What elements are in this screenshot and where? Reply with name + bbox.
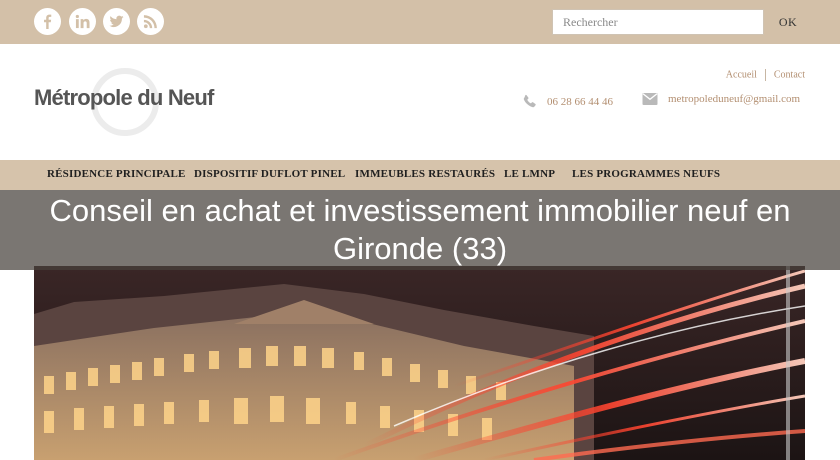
search-ok-button[interactable]: OK	[770, 9, 806, 35]
site-logo[interactable]: Métropole du Neuf	[34, 85, 214, 111]
rss-link[interactable]	[137, 8, 164, 35]
twitter-icon	[109, 15, 124, 27]
facebook-icon	[44, 14, 52, 29]
rss-icon	[143, 15, 157, 29]
top-bar: OK	[0, 0, 840, 44]
nav-item-immeubles-restaures[interactable]: IMMEUBLES RESTAURÉS	[355, 168, 495, 180]
email-contact: metropoleduneuf@gmail.com	[642, 92, 800, 106]
contact-link[interactable]: Contact	[774, 69, 805, 80]
envelope-icon	[642, 93, 658, 105]
link-divider	[764, 69, 766, 81]
search-input[interactable]	[552, 9, 764, 35]
twitter-link[interactable]	[103, 8, 130, 35]
facebook-link[interactable]	[34, 8, 61, 35]
phone-contact: 06 28 66 44 46	[522, 94, 613, 109]
nav-item-lmnp[interactable]: LE LMNP	[504, 168, 555, 180]
nav-item-residence-principale[interactable]: RÉSIDENCE PRINCIPALE	[47, 168, 186, 180]
linkedin-link[interactable]	[69, 8, 96, 35]
linkedin-icon	[75, 14, 90, 29]
phone-number[interactable]: 06 28 66 44 46	[547, 96, 613, 108]
site-header: Métropole du Neuf Accueil Contact 06 28 6…	[0, 44, 840, 160]
nav-item-programmes-neufs[interactable]: LES PROGRAMMES NEUFS	[572, 168, 720, 180]
header-links: Accueil Contact	[726, 69, 805, 81]
nav-item-duflot-pinel[interactable]: DISPOSITIF DUFLOT PINEL	[194, 168, 345, 180]
hero-illustration	[34, 266, 805, 460]
home-link[interactable]: Accueil	[726, 69, 757, 80]
hero-image	[34, 266, 805, 460]
main-nav: RÉSIDENCE PRINCIPALE DISPOSITIF DUFLOT P…	[0, 160, 840, 190]
phone-icon	[523, 94, 536, 108]
page-title: Conseil en achat et investissement immob…	[49, 193, 791, 266]
email-address[interactable]: metropoleduneuf@gmail.com	[668, 93, 800, 105]
hero-side-margin	[805, 266, 840, 460]
title-banner: Conseil en achat et investissement immob…	[0, 190, 840, 270]
